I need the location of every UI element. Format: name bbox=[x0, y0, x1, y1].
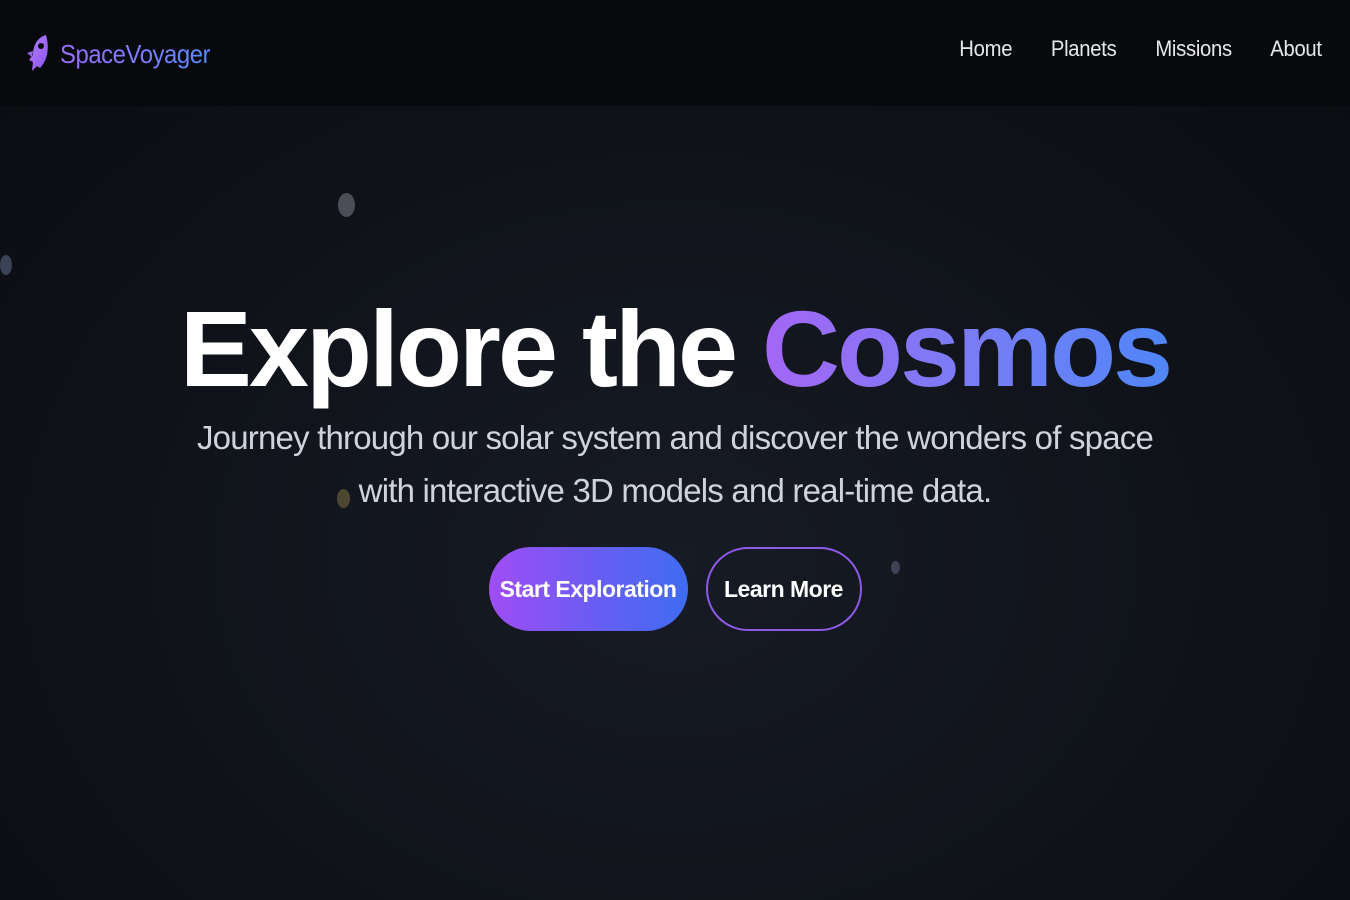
brand-name: SpaceVoyager bbox=[60, 38, 211, 69]
hero-title-main: Explore the bbox=[179, 288, 763, 410]
learn-more-button[interactable]: Learn More bbox=[705, 547, 862, 631]
hero-actions: Start Exploration Learn More bbox=[0, 547, 1350, 631]
star-decoration bbox=[0, 255, 12, 275]
nav-link-home[interactable]: Home bbox=[959, 36, 1012, 62]
nav-link-planets[interactable]: Planets bbox=[1050, 36, 1116, 62]
main-nav: Home Planets Missions About bbox=[957, 36, 1324, 62]
start-exploration-button[interactable]: Start Exploration bbox=[488, 547, 688, 631]
hero-title: Explore the Cosmos bbox=[0, 288, 1350, 410]
brand-logo[interactable]: SpaceVoyager bbox=[24, 32, 223, 76]
hero-subtitle: Journey through our solar system and dis… bbox=[196, 419, 1154, 509]
hero-title-highlight: Cosmos bbox=[762, 288, 1173, 410]
star-decoration bbox=[338, 193, 355, 217]
nav-link-missions[interactable]: Missions bbox=[1155, 36, 1232, 62]
rocket-icon bbox=[24, 33, 52, 75]
navbar: SpaceVoyager Home Planets Missions About bbox=[0, 0, 1350, 106]
nav-link-about[interactable]: About bbox=[1270, 36, 1322, 62]
